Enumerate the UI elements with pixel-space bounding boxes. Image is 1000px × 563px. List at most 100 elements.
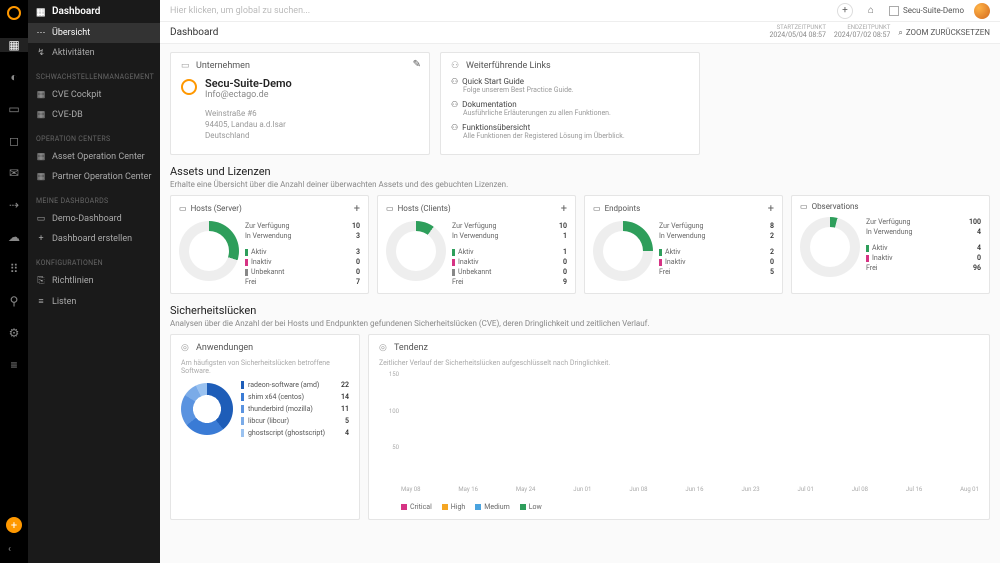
dash-icon: ▭ bbox=[36, 214, 46, 224]
user-avatar[interactable] bbox=[974, 3, 990, 19]
nav-dashboard-icon[interactable]: ▦ bbox=[0, 38, 28, 52]
app-count: 22 bbox=[341, 381, 349, 389]
kv-label: Zur Verfügung bbox=[659, 222, 703, 230]
asset-icon: ▭ bbox=[593, 204, 601, 213]
app-swatch bbox=[241, 405, 244, 413]
kv-value: 10 bbox=[549, 222, 567, 230]
sidebar-item-activities[interactable]: ↯ Aktivitäten bbox=[28, 43, 160, 63]
app-row: shim x64 (centos)14 bbox=[241, 391, 349, 403]
notifications-icon[interactable]: ⌂ bbox=[863, 3, 879, 19]
nav-icon-5[interactable]: ✉ bbox=[7, 166, 21, 180]
nav-icon-2[interactable]: ◐ bbox=[7, 70, 21, 84]
org-selector[interactable]: Secu-Suite-Demo bbox=[889, 6, 964, 16]
nav-icon-4[interactable]: ◻ bbox=[7, 134, 21, 148]
company-address: Weinstraße #6 94405, Landau a.d.Isar Deu… bbox=[205, 108, 292, 142]
add-button[interactable]: + bbox=[837, 3, 853, 19]
kv-value: 100 bbox=[963, 218, 981, 226]
sidebar-item-cve-db[interactable]: ▦ CVE-DB bbox=[28, 105, 160, 125]
asset-donut-chart bbox=[386, 221, 446, 281]
kv-label: Frei bbox=[866, 264, 878, 272]
start-time: STARTZEITPUNKT 2024/05/04 08:57 bbox=[769, 25, 825, 39]
x-tick: Jun 23 bbox=[741, 486, 759, 493]
company-logo bbox=[181, 79, 197, 95]
kv-label: Unbekannt bbox=[245, 268, 284, 276]
nav-icon-9[interactable]: ⚲ bbox=[7, 294, 21, 308]
zoom-icon: ⌕ bbox=[898, 28, 902, 38]
x-tick: May 24 bbox=[516, 486, 536, 493]
asset-icon: ▭ bbox=[386, 204, 394, 213]
link-item[interactable]: ⚇DokumentationAusführliche Erläuterungen… bbox=[451, 100, 689, 117]
plus-icon: + bbox=[36, 234, 46, 244]
nav-icon-11[interactable]: ≡ bbox=[7, 358, 21, 372]
app-count: 11 bbox=[341, 405, 349, 413]
partner-icon: ▦ bbox=[36, 172, 46, 182]
edit-company-button[interactable]: ✎ bbox=[413, 59, 421, 70]
kv-value: 3 bbox=[342, 248, 360, 256]
link-desc: Ausführliche Erläuterungen zu allen Funk… bbox=[463, 109, 689, 117]
activity-icon: ↯ bbox=[36, 48, 46, 58]
asset-add-button[interactable]: + bbox=[768, 202, 774, 215]
vuln-title: Sicherheitslücken bbox=[170, 304, 990, 317]
sidebar-item-guidelines[interactable]: ⎘ Richtlinien bbox=[28, 271, 160, 291]
links-card-title: Weiterführende Links bbox=[466, 61, 551, 71]
company-card-title: Unternehmen bbox=[196, 61, 250, 71]
sidebar-item-partner-oc[interactable]: ▦ Partner Operation Center bbox=[28, 167, 160, 187]
collapse-rail-icon[interactable]: ‹ bbox=[8, 544, 11, 555]
kv-value: 0 bbox=[549, 258, 567, 266]
trend-chart: 15010050 May 08May 16May 24Jun 01Jun 08J… bbox=[379, 371, 979, 501]
legend-high-swatch bbox=[442, 504, 448, 510]
nav-icon-8[interactable]: ⠿ bbox=[7, 262, 21, 276]
sidebar-item-cve-cockpit[interactable]: ▦ CVE Cockpit bbox=[28, 85, 160, 105]
lists-icon: ≡ bbox=[36, 296, 46, 307]
sidebar-item-lists[interactable]: ≡ Listen bbox=[28, 291, 160, 312]
fab-add-button[interactable]: + bbox=[6, 517, 22, 533]
nav-icon-10[interactable]: ⚙ bbox=[7, 326, 21, 340]
kv-value: 0 bbox=[549, 268, 567, 276]
kv-label: Zur Verfügung bbox=[866, 218, 910, 226]
sidebar-item-asset-oc[interactable]: ▦ Asset Operation Center bbox=[28, 147, 160, 167]
link-item[interactable]: ⚇Quick Start GuideFolge unserem Best Pra… bbox=[451, 77, 689, 94]
main: Hier klicken, um global zu suchen... + ⌂… bbox=[160, 0, 1000, 563]
nav-icon-7[interactable]: ☁ bbox=[7, 230, 21, 244]
app-row: radeon-software (amd)22 bbox=[241, 379, 349, 391]
kv-label: Aktiv bbox=[245, 248, 267, 256]
kv-label: Inaktiv bbox=[245, 258, 272, 266]
app-logo bbox=[7, 6, 21, 20]
sidebar-item-create-dash[interactable]: + Dashboard erstellen bbox=[28, 229, 160, 249]
asset-icon: ▭ bbox=[800, 202, 808, 211]
company-email: Info@ectago.de bbox=[205, 90, 292, 100]
kv-label: In Verwendung bbox=[866, 228, 912, 236]
sidebar-item-label: Listen bbox=[52, 297, 76, 307]
global-search[interactable]: Hier klicken, um global zu suchen... bbox=[170, 6, 827, 16]
kv-value: 0 bbox=[963, 254, 981, 262]
company-name: Secu-Suite-Demo bbox=[205, 77, 292, 90]
kv-value: 4 bbox=[963, 244, 981, 252]
kv-value: 1 bbox=[549, 232, 567, 240]
kv-value: 5 bbox=[756, 268, 774, 276]
sidebar-item-demo-dash[interactable]: ▭ Demo-Dashboard bbox=[28, 209, 160, 229]
sidebar-item-overview[interactable]: ⋯ Übersicht bbox=[28, 23, 160, 43]
cockpit-icon: ▦ bbox=[36, 90, 46, 100]
sidebar-item-label: Asset Operation Center bbox=[52, 152, 145, 162]
nav-icon-6[interactable]: ⇢ bbox=[7, 198, 21, 212]
nav-icon-3[interactable]: ▭ bbox=[7, 102, 21, 116]
sidebar-header: ▦ Dashboard bbox=[28, 0, 160, 23]
asset-add-button[interactable]: + bbox=[561, 202, 567, 215]
asset-add-button[interactable]: + bbox=[354, 202, 360, 215]
apps-card-title: Anwendungen bbox=[196, 343, 253, 353]
x-tick: Jun 01 bbox=[573, 486, 591, 493]
kv-label: Inaktiv bbox=[866, 254, 893, 262]
end-time: ENDZEITPUNKT 2024/07/02 08:57 bbox=[834, 25, 890, 39]
asset-card-title: Endpoints bbox=[605, 204, 641, 213]
asset-icon: ▦ bbox=[36, 152, 46, 162]
asset-card: ▭Hosts (Server)+Zur Verfügung10In Verwen… bbox=[170, 195, 369, 294]
zoom-reset-button[interactable]: ⌕ ZOOM ZURÜCKSETZEN bbox=[898, 28, 990, 38]
kv-label: Unbekannt bbox=[452, 268, 491, 276]
kv-label: Aktiv bbox=[452, 248, 474, 256]
kv-value: 2 bbox=[756, 232, 774, 240]
page-title: Dashboard bbox=[170, 27, 769, 38]
asset-card-title: Hosts (Clients) bbox=[398, 204, 451, 213]
org-icon bbox=[889, 6, 899, 16]
kv-value: 7 bbox=[342, 278, 360, 286]
link-item[interactable]: ⚇FunktionsübersichtAlle Funktionen der R… bbox=[451, 123, 689, 140]
